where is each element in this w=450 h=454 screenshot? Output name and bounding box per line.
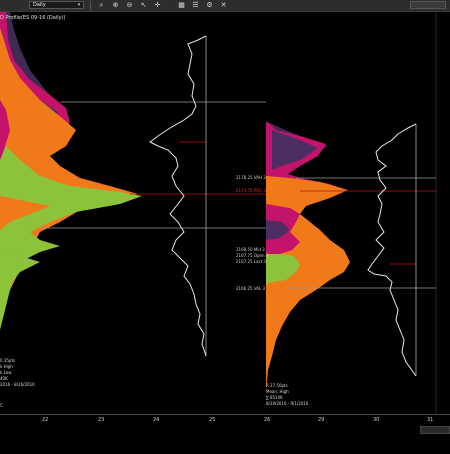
left-stat-high: k High: [0, 364, 13, 369]
x-tick: 25: [209, 417, 216, 423]
right-stat-dates: 8/29/2016 - 9/1/2016: [266, 401, 309, 406]
chart-title: D Profile(ES 09-16 (Daily)): [0, 15, 66, 21]
x-tick: 26: [264, 417, 271, 423]
zoom-in-icon[interactable]: ⊕: [111, 1, 120, 10]
right-level-poc: 2174.75 POC 3: [236, 188, 266, 193]
x-tick: 30: [373, 417, 380, 423]
left-profile-green: [0, 140, 142, 330]
magnifier-icon[interactable]: ⌕: [97, 1, 106, 10]
right-level-open: 2167.75 Open 3: [236, 253, 269, 258]
crosshair-icon[interactable]: ✛: [153, 1, 162, 10]
grid-icon[interactable]: ▦: [177, 1, 186, 10]
right-stat-volume: ∑ 8510K: [266, 395, 283, 400]
left-stat-dates: 2016 - 8/26/2016: [0, 382, 35, 387]
x-tick: 29: [318, 417, 325, 423]
period-select[interactable]: Daily ▾: [29, 1, 84, 9]
toolbar: Daily ▾ ⌕ ⊕ ⊖ ↖ ✛ ▦ ☰ ⚙ ✕: [0, 0, 450, 12]
toolbar-right-control[interactable]: [410, 1, 446, 9]
right-stat-range: R 27.50pts: [266, 383, 288, 388]
right-level-mid: 2168.50 Mid 3: [236, 247, 265, 252]
pointer-icon[interactable]: ↖: [139, 1, 148, 10]
left-stat-low: k Low: [0, 370, 12, 375]
x-tick: 22: [42, 417, 49, 423]
gear-icon[interactable]: ⚙: [205, 1, 214, 10]
right-level-vah: 2178.25 VAH 3: [236, 175, 266, 180]
list-icon[interactable]: ☰: [191, 1, 200, 10]
right-level-val: 2166.25 VAL 3: [236, 286, 266, 291]
period-value: Daily: [33, 2, 46, 8]
x-tick: 23: [98, 417, 105, 423]
chevron-down-icon[interactable]: ▾: [76, 2, 82, 8]
right-profile: [266, 122, 350, 390]
chart-canvas[interactable]: [0, 0, 450, 450]
close-icon[interactable]: ✕: [219, 1, 228, 10]
right-volume-curve: [367, 123, 417, 377]
left-stat-volume: 40K: [0, 376, 8, 381]
horizontal-scrollbar[interactable]: [420, 426, 450, 434]
left-volume-curve: [149, 35, 207, 357]
left-profile: [0, 12, 142, 330]
profile-chart-svg: [0, 12, 437, 414]
left-edge-label: C: [0, 403, 4, 409]
x-tick: 24: [153, 417, 160, 423]
x-axis: [0, 414, 450, 451]
right-stat-mean: Mean: High: [266, 389, 289, 394]
right-level-last: 2167.25 Last 3: [236, 259, 266, 264]
x-tick: 31: [427, 417, 434, 423]
toolbar-separator: [90, 1, 91, 10]
zoom-out-icon[interactable]: ⊖: [125, 1, 134, 10]
left-stat-range: 0.35pts: [0, 358, 16, 363]
